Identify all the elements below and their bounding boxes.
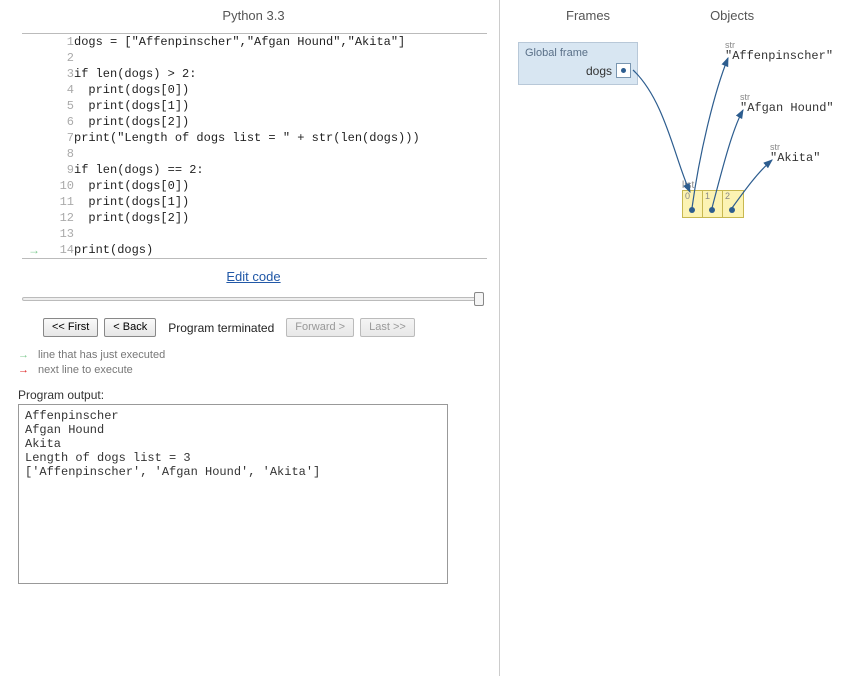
var-name: dogs [586, 64, 612, 78]
pointer-dot [729, 207, 735, 213]
code-line: 9if len(dogs) == 2: [22, 162, 487, 178]
controls-row: << First < Back Program terminated Forwa… [43, 318, 489, 337]
line-number: 1 [40, 34, 74, 51]
legend-next-arrow-icon: → [18, 364, 34, 376]
code-line: →14print(dogs) [22, 242, 487, 259]
string-value: "Akita" [770, 151, 820, 165]
code-text: print("Length of dogs list = " + str(len… [74, 130, 487, 146]
legend-exec-arrow-icon: → [18, 349, 34, 361]
line-number: 7 [40, 130, 74, 146]
status-text: Program terminated [168, 321, 274, 335]
legend: → line that has just executed → next lin… [18, 349, 489, 376]
code-line: 5 print(dogs[1]) [22, 98, 487, 114]
slider-thumb[interactable] [474, 292, 484, 306]
list-object: 0 1 2 [682, 190, 744, 218]
code-line: 3if len(dogs) > 2: [22, 66, 487, 82]
code-text [74, 50, 487, 66]
list-cell-2: 2 [723, 191, 743, 217]
code-panel: Python 3.3 1dogs = ["Affenpinscher","Afg… [0, 0, 500, 676]
string-value: "Afgan Hound" [740, 101, 834, 115]
list-cell-1: 1 [703, 191, 723, 217]
code-text: if len(dogs) > 2: [74, 66, 487, 82]
code-text: print(dogs[0]) [74, 82, 487, 98]
forward-button: Forward > [286, 318, 354, 337]
code-line: 12 print(dogs[2]) [22, 210, 487, 226]
code-text: print(dogs[2]) [74, 114, 487, 130]
code-line: 1dogs = ["Affenpinscher","Afgan Hound","… [22, 34, 487, 51]
edit-code-link[interactable]: Edit code [18, 269, 489, 284]
line-number: 3 [40, 66, 74, 82]
line-number: 11 [40, 194, 74, 210]
line-number: 14 [40, 242, 74, 259]
code-text: print(dogs[0]) [74, 178, 487, 194]
string-value: "Affenpinscher" [725, 49, 833, 63]
pointer-dot [689, 207, 695, 213]
line-number: 9 [40, 162, 74, 178]
slider-track [22, 297, 484, 301]
line-number: 2 [40, 50, 74, 66]
global-frame: Global frame dogs [518, 42, 638, 85]
line-number: 8 [40, 146, 74, 162]
line-number: 10 [40, 178, 74, 194]
string-object: str"Akita" [770, 142, 820, 165]
list-cell-0: 0 [683, 191, 703, 217]
line-number: 12 [40, 210, 74, 226]
var-pointer-cell [616, 63, 631, 78]
code-text: print(dogs) [74, 242, 487, 259]
legend-exec-text: line that has just executed [38, 349, 165, 361]
code-line: 10 print(dogs[0]) [22, 178, 487, 194]
string-object: str"Affenpinscher" [725, 40, 833, 63]
string-object: str"Afgan Hound" [740, 92, 834, 115]
pointer-dot [709, 207, 715, 213]
line-number: 5 [40, 98, 74, 114]
code-text [74, 146, 487, 162]
last-button: Last >> [360, 318, 415, 337]
code-line: 2 [22, 50, 487, 66]
exec-arrow-icon: → [28, 243, 40, 257]
output-label: Program output: [18, 388, 489, 402]
line-number: 6 [40, 114, 74, 130]
code-line: 7print("Length of dogs list = " + str(le… [22, 130, 487, 146]
code-text: print(dogs[1]) [74, 98, 487, 114]
code-line: 13 [22, 226, 487, 242]
code-text: print(dogs[1]) [74, 194, 487, 210]
first-button[interactable]: << First [43, 318, 98, 337]
frames-header: Frames [566, 8, 610, 23]
code-line: 6 print(dogs[2]) [22, 114, 487, 130]
code-line: 11 print(dogs[1]) [22, 194, 487, 210]
code-text [74, 226, 487, 242]
global-frame-title: Global frame [525, 47, 631, 59]
visualization-panel: Frames Objects Global frame dogs list 0 … [500, 0, 854, 676]
code-text: if len(dogs) == 2: [74, 162, 487, 178]
back-button[interactable]: < Back [104, 318, 156, 337]
execution-slider[interactable] [22, 292, 484, 306]
language-title: Python 3.3 [18, 8, 489, 23]
line-number: 4 [40, 82, 74, 98]
code-text: dogs = ["Affenpinscher","Afgan Hound","A… [74, 34, 487, 51]
code-text: print(dogs[2]) [74, 210, 487, 226]
objects-header: Objects [710, 8, 754, 23]
code-line: 8 [22, 146, 487, 162]
output-box[interactable]: Affenpinscher Afgan Hound Akita Length o… [18, 404, 448, 584]
code-listing: 1dogs = ["Affenpinscher","Afgan Hound","… [22, 33, 487, 259]
code-line: 4 print(dogs[0]) [22, 82, 487, 98]
legend-next-text: next line to execute [38, 364, 133, 376]
line-number: 13 [40, 226, 74, 242]
